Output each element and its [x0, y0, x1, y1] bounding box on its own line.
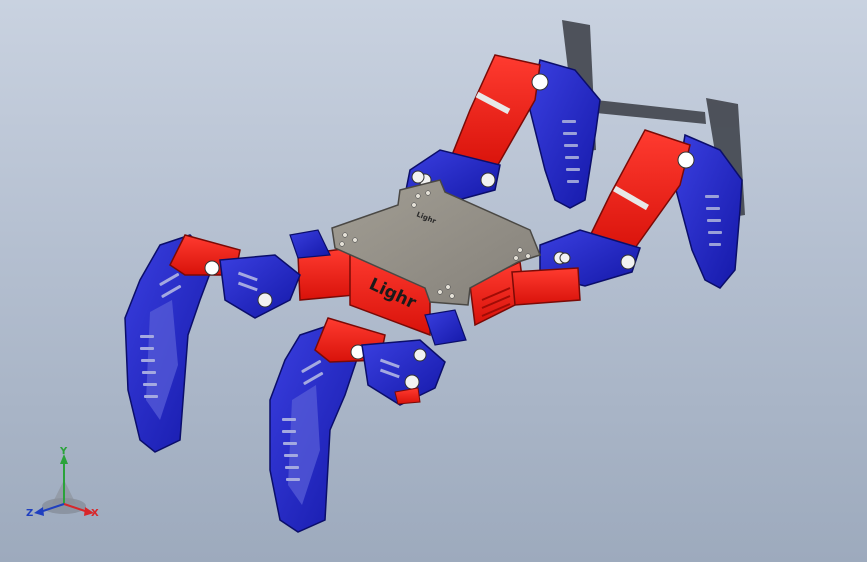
triad-x-label: X	[91, 508, 99, 519]
leg-front-right[interactable]	[269, 317, 446, 533]
orientation-triad[interactable]: Y X Z	[22, 446, 108, 526]
leg-rear-upper-servo	[448, 54, 541, 171]
body-servo-far-right	[511, 267, 581, 306]
hexapod-robot-model[interactable]: Lighr Lighr	[0, 0, 867, 562]
leg-front-left-coxa	[219, 254, 301, 319]
triad-z-label: Z	[26, 508, 33, 519]
cad-3d-viewport[interactable]: Lighr Lighr Y X Z	[0, 0, 867, 562]
triad-z-arrow	[34, 507, 44, 516]
triad-y-label: Y	[59, 446, 68, 457]
